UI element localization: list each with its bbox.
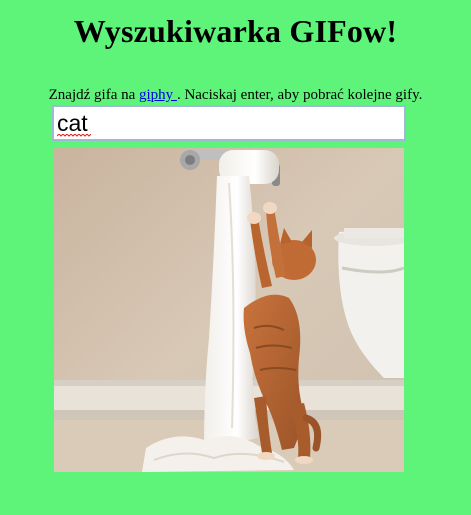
page-title: Wyszukiwarka GIFow! [73, 13, 398, 49]
intro-text: Znajdź gifa na giphy . Naciskaj enter, a… [0, 87, 471, 104]
search-container [52, 105, 406, 141]
intro-text-after: . Naciskaj enter, aby pobrać kolejne gif… [176, 87, 423, 103]
search-input[interactable] [52, 105, 406, 141]
giphy-link[interactable]: giphy [139, 87, 177, 103]
kitten-toilet-paper-image [54, 148, 404, 472]
intro-text-before: Znajdź gifa na [48, 87, 140, 103]
gif-result-image [54, 148, 404, 472]
page: Wyszukiwarka GIFow! Znajdź gifa na giphy… [0, 0, 471, 515]
